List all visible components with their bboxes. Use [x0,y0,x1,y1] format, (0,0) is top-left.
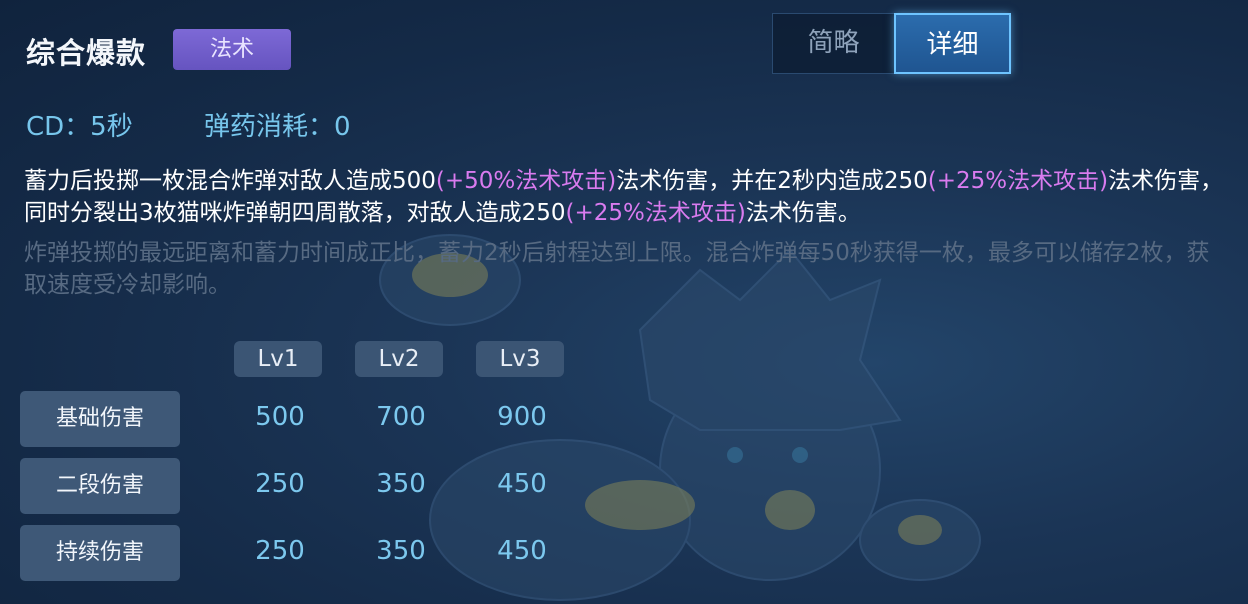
desc-scaling: (+25%法术攻击) [927,168,1109,194]
table-cell: 500 [255,402,305,432]
table-cell: 350 [376,536,426,566]
table-cell: 350 [376,469,426,499]
view-toggle: 简略 详细 [772,13,1011,74]
skill-name: 综合爆款 [26,36,147,70]
ammo-cost-stat: 弹药消耗：0 [204,112,351,142]
level-header-3: Lv3 [476,341,564,377]
row-label-second-damage: 二段伤害 [20,458,180,514]
level-header-2: Lv2 [355,341,443,377]
cooldown-stat: CD：5秒 [26,112,133,142]
level-header-1: Lv1 [234,341,322,377]
desc-text: 蓄力后投掷一枚混合炸弹对敌人造成500 [24,168,436,194]
desc-text: 法术伤害。 [745,200,861,226]
table-cell: 450 [497,536,547,566]
desc-scaling: (+25%法术攻击) [565,200,746,226]
skill-description: 蓄力后投掷一枚混合炸弹对敌人造成500(+50%法术攻击)法术伤害，并在2秒内造… [24,165,1229,229]
table-cell: 450 [497,469,547,499]
toggle-brief-button[interactable]: 简略 [773,14,894,73]
toggle-detail-button[interactable]: 详细 [894,13,1011,74]
table-cell: 700 [376,402,426,432]
hero-background-art [379,234,981,601]
table-cell: 250 [255,469,305,499]
table-cell: 900 [497,402,547,432]
skill-type-badge: 法术 [173,29,291,70]
skill-description-extra: 炸弹投掷的最远距离和蓄力时间成正比，蓄力2秒后射程达到上限。混合炸弹每50秒获得… [24,240,1210,298]
row-label-base-damage: 基础伤害 [20,391,180,447]
row-label-dot-damage: 持续伤害 [20,525,180,581]
desc-scaling: (+50%法术攻击) [435,168,617,194]
desc-text: 法术伤害，并在2秒内造成250 [616,168,928,194]
table-cell: 250 [255,536,305,566]
